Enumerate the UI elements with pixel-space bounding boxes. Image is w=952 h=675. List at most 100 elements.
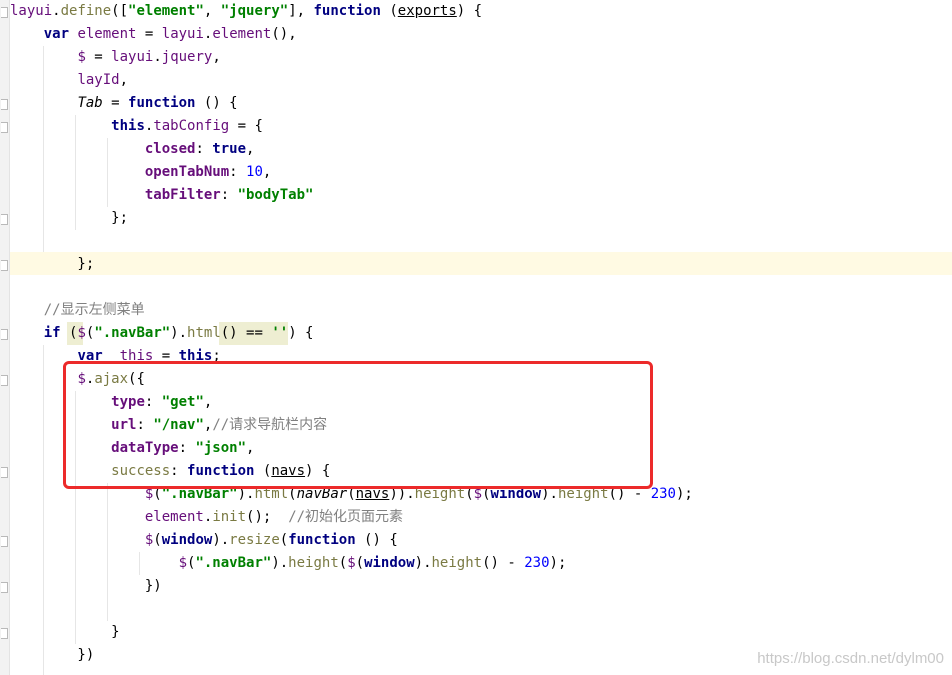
code-token: ). (414, 555, 432, 571)
code-token: (), (271, 26, 297, 42)
code-token: resize (229, 532, 280, 548)
code-token: ( (380, 3, 398, 19)
code-token: ) { (288, 325, 314, 341)
code-token: () { (355, 532, 398, 548)
code-token: = { (229, 118, 263, 134)
code-line[interactable]: //显示左侧菜单 (10, 299, 145, 322)
code-token: : (195, 141, 213, 157)
code-line[interactable]: } (10, 621, 119, 644)
code-token: = (85, 49, 112, 65)
code-token: , (246, 141, 255, 157)
code-token: element (144, 509, 204, 525)
code-token: = (136, 26, 162, 42)
code-token: , (119, 72, 129, 88)
code-line[interactable]: }) (10, 575, 162, 598)
code-line[interactable]: this.tabConfig = { (10, 115, 263, 138)
fold-marker-icon[interactable] (1, 375, 8, 386)
code-token: , (262, 164, 272, 180)
code-token: height (431, 555, 483, 571)
code-token: : (220, 187, 238, 203)
code-token: "jquery" (220, 3, 289, 19)
code-token: ( (279, 532, 289, 548)
code-token: //显示左侧菜单 (43, 302, 145, 318)
code-line[interactable]: tabFilter: "bodyTab" (10, 184, 314, 207)
code-token: "bodyTab" (237, 187, 314, 203)
code-token: $ (347, 555, 356, 571)
code-token: ). (170, 325, 188, 341)
code-token: tabFilter (144, 187, 221, 203)
code-token: layui (111, 49, 154, 65)
code-line[interactable]: $ = layui.jquery, (10, 46, 220, 69)
code-token: ) { (456, 3, 483, 19)
code-line[interactable]: layId, (10, 69, 128, 92)
code-token: function (288, 532, 356, 548)
code-line[interactable]: Tab = function () { (10, 92, 237, 115)
code-line[interactable]: }; (10, 253, 94, 276)
code-token: define (60, 3, 112, 19)
fold-marker-icon[interactable] (1, 260, 8, 271)
fold-marker-icon[interactable] (1, 99, 8, 110)
code-line[interactable]: }) (10, 644, 94, 667)
code-token: jquery (161, 49, 213, 65)
fold-marker-icon[interactable] (1, 582, 8, 593)
code-token: $ (77, 49, 86, 65)
fold-marker-icon[interactable] (1, 536, 8, 547)
code-line[interactable]: $(".navBar").height($(window).height() -… (10, 552, 567, 575)
code-token: //初始化页面元素 (288, 509, 404, 525)
fold-marker-icon[interactable] (1, 628, 8, 639)
code-token: ([ (111, 3, 129, 19)
code-token: init (212, 509, 247, 525)
fold-marker-icon[interactable] (1, 214, 8, 225)
code-token: html (187, 325, 221, 341)
code-token: 230 (650, 486, 676, 502)
code-token: function (128, 95, 196, 111)
code-token: . (52, 3, 61, 19)
code-line[interactable]: layui.define(["element", "jquery"], func… (10, 0, 482, 23)
code-token: var (43, 26, 70, 42)
code-token: ); (549, 555, 567, 571)
code-token: $ (178, 555, 188, 571)
code-line[interactable]: $(window).resize(function () { (10, 529, 398, 552)
code-line[interactable]: openTabNum: 10, (10, 161, 271, 184)
code-token: closed (144, 141, 196, 157)
fold-marker-icon[interactable] (1, 329, 8, 340)
code-line[interactable]: closed: true, (10, 138, 255, 161)
code-token: ( (60, 325, 78, 341)
code-line[interactable]: }; (10, 207, 128, 230)
code-token: ( (338, 555, 348, 571)
code-token: }; (10, 256, 95, 272)
code-editor[interactable]: layui.define(["element", "jquery"], func… (0, 0, 952, 675)
code-token: function (313, 3, 381, 19)
code-token: exports (397, 3, 457, 19)
fold-marker-icon[interactable] (1, 467, 8, 478)
code-token: ], (288, 3, 314, 19)
code-token: = (102, 95, 129, 111)
code-token: ). (271, 555, 289, 571)
annotation-highlight-box (63, 361, 653, 489)
code-token: openTabNum (144, 164, 230, 180)
current-line-highlight (10, 252, 952, 275)
code-token: , (203, 3, 221, 19)
code-token: ); (676, 486, 693, 502)
code-token: true (212, 141, 247, 157)
code-token: window (364, 555, 415, 571)
code-token: : (229, 164, 247, 180)
code-token: ".navBar" (94, 325, 171, 341)
code-token: '' (271, 325, 289, 341)
fold-marker-icon[interactable] (1, 7, 8, 18)
code-token: element (212, 26, 272, 42)
code-line[interactable]: var element = layui.element(), (10, 23, 297, 46)
code-token: layui (161, 26, 204, 42)
code-token: Tab (77, 95, 103, 111)
code-token: ".navBar" (195, 555, 272, 571)
code-line[interactable]: if ($(".navBar").html() == '') { (10, 322, 314, 345)
fold-marker-icon[interactable] (1, 122, 8, 133)
code-line[interactable]: element.init(); //初始化页面元素 (10, 506, 403, 529)
